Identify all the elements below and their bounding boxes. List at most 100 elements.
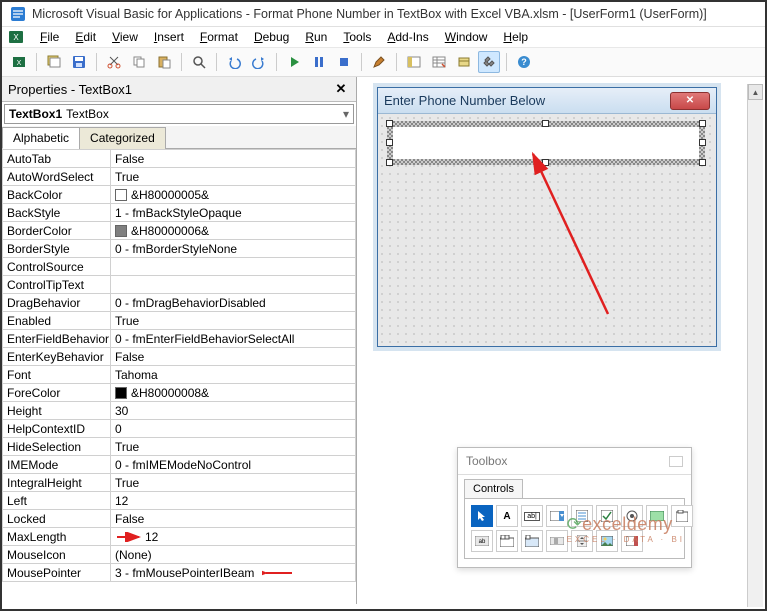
menu-file[interactable]: File (32, 27, 67, 47)
svg-text:X: X (13, 33, 19, 42)
prop-row-height[interactable]: Height30 (3, 402, 356, 420)
cut-button[interactable] (103, 51, 125, 73)
svg-text:X: X (17, 60, 22, 67)
prop-row-locked[interactable]: LockedFalse (3, 510, 356, 528)
project-explorer-button[interactable] (403, 51, 425, 73)
prop-row-hideselection[interactable]: HideSelectionTrue (3, 438, 356, 456)
prop-row-integralheight[interactable]: IntegralHeightTrue (3, 474, 356, 492)
tool-scrollbar[interactable] (546, 530, 568, 552)
prop-row-imemode[interactable]: IMEMode0 - fmIMEModeNoControl (3, 456, 356, 474)
chevron-down-icon: ▾ (343, 107, 349, 121)
vba-app-icon (10, 6, 26, 22)
break-button[interactable] (308, 51, 330, 73)
vertical-scrollbar[interactable]: ▲ (747, 84, 763, 607)
copy-button[interactable] (128, 51, 150, 73)
help-button[interactable]: ? (513, 51, 535, 73)
menu-bar: X FileEditViewInsertFormatDebugRunToolsA… (2, 27, 765, 48)
toolbox-minimize-icon[interactable] (669, 456, 683, 467)
title-bar: Microsoft Visual Basic for Applications … (2, 2, 765, 27)
tool-textbox[interactable]: ab| (521, 505, 543, 527)
object-browser-button[interactable] (453, 51, 475, 73)
userform-titlebar[interactable]: Enter Phone Number Below ✕ (378, 88, 716, 114)
annotation-arrow-icon (518, 144, 628, 324)
tool-tabstrip[interactable] (496, 530, 518, 552)
prop-row-helpcontextid[interactable]: HelpContextID0 (3, 420, 356, 438)
excel-icon[interactable]: X (8, 29, 24, 45)
prop-row-maxlength[interactable]: MaxLength12 (3, 528, 356, 546)
reset-button[interactable] (333, 51, 355, 73)
toolbox-button[interactable] (478, 51, 500, 73)
menu-view[interactable]: View (104, 27, 146, 47)
prop-row-dragbehavior[interactable]: DragBehavior0 - fmDragBehaviorDisabled (3, 294, 356, 312)
menu-edit[interactable]: Edit (67, 27, 104, 47)
tab-categorized[interactable]: Categorized (79, 127, 166, 149)
tool-label[interactable]: A (496, 505, 518, 527)
toolbox-tab-controls[interactable]: Controls (464, 479, 523, 498)
toolbox-controls: A ab| ab (464, 498, 685, 559)
tool-multipage[interactable] (521, 530, 543, 552)
menu-window[interactable]: Window (437, 27, 496, 47)
tool-togglebutton[interactable] (646, 505, 668, 527)
object-selector[interactable]: TextBox1TextBox ▾ (4, 104, 354, 124)
userform-caption: Enter Phone Number Below (384, 93, 545, 108)
prop-row-controltiptext[interactable]: ControlTipText (3, 276, 356, 294)
close-icon[interactable]: ✕ (332, 80, 350, 98)
prop-row-borderstyle[interactable]: BorderStyle0 - fmBorderStyleNone (3, 240, 356, 258)
design-mode-button[interactable] (368, 51, 390, 73)
svg-text:?: ? (521, 57, 527, 67)
userform-close-button[interactable]: ✕ (670, 92, 710, 110)
textbox-control[interactable] (392, 126, 700, 160)
tool-spinbutton[interactable] (571, 530, 593, 552)
properties-panel: Properties - TextBox1 ✕ TextBox1TextBox … (2, 77, 357, 604)
redo-button[interactable] (248, 51, 270, 73)
menu-tools[interactable]: Tools (335, 27, 379, 47)
property-grid[interactable]: AutoTabFalseAutoWordSelectTrueBackColor&… (2, 149, 356, 582)
tool-combobox[interactable] (546, 505, 568, 527)
prop-row-mousepointer[interactable]: MousePointer3 - fmMousePointerIBeam (3, 564, 356, 582)
tool-pointer[interactable] (471, 505, 493, 527)
prop-row-backcolor[interactable]: BackColor&H80000005& (3, 186, 356, 204)
menu-insert[interactable]: Insert (146, 27, 192, 47)
tool-listbox[interactable] (571, 505, 593, 527)
prop-row-enterkeybehavior[interactable]: EnterKeyBehaviorFalse (3, 348, 356, 366)
tool-checkbox[interactable] (596, 505, 618, 527)
prop-row-backstyle[interactable]: BackStyle1 - fmBackStyleOpaque (3, 204, 356, 222)
tool-refedit[interactable] (621, 530, 643, 552)
properties-window-button[interactable] (428, 51, 450, 73)
prop-row-bordercolor[interactable]: BorderColor&H80000006& (3, 222, 356, 240)
find-button[interactable] (188, 51, 210, 73)
menu-add-ins[interactable]: Add-Ins (379, 27, 436, 47)
save-button[interactable] (68, 51, 90, 73)
tab-alphabetic[interactable]: Alphabetic (2, 127, 80, 149)
prop-row-controlsource[interactable]: ControlSource (3, 258, 356, 276)
prop-row-font[interactable]: FontTahoma (3, 366, 356, 384)
prop-row-left[interactable]: Left12 (3, 492, 356, 510)
userform-body[interactable] (378, 114, 716, 346)
undo-button[interactable] (223, 51, 245, 73)
prop-row-forecolor[interactable]: ForeColor&H80000008& (3, 384, 356, 402)
view-excel-button[interactable]: X (8, 51, 30, 73)
menu-debug[interactable]: Debug (246, 27, 297, 47)
menu-run[interactable]: Run (297, 27, 335, 47)
toolbox-window[interactable]: Toolbox Controls A ab| ab (457, 447, 692, 568)
tool-image[interactable] (596, 530, 618, 552)
toolbar: X ? (2, 48, 765, 77)
prop-row-autowordselect[interactable]: AutoWordSelectTrue (3, 168, 356, 186)
userform-window[interactable]: Enter Phone Number Below ✕ (377, 87, 717, 347)
prop-row-autotab[interactable]: AutoTabFalse (3, 150, 356, 168)
prop-row-mouseicon[interactable]: MouseIcon(None) (3, 546, 356, 564)
run-button[interactable] (283, 51, 305, 73)
menu-format[interactable]: Format (192, 27, 246, 47)
window-title: Microsoft Visual Basic for Applications … (32, 7, 707, 21)
tool-commandbutton[interactable]: ab (471, 530, 493, 552)
tool-optionbutton[interactable] (621, 505, 643, 527)
scroll-up-icon[interactable]: ▲ (748, 84, 763, 100)
insert-userform-button[interactable] (43, 51, 65, 73)
menu-help[interactable]: Help (495, 27, 536, 47)
properties-title: Properties - TextBox1 (8, 82, 132, 97)
prop-row-enabled[interactable]: EnabledTrue (3, 312, 356, 330)
form-designer: Enter Phone Number Below ✕ (357, 77, 765, 604)
tool-frame[interactable] (671, 505, 693, 527)
prop-row-enterfieldbehavior[interactable]: EnterFieldBehavior0 - fmEnterFieldBehavi… (3, 330, 356, 348)
paste-button[interactable] (153, 51, 175, 73)
